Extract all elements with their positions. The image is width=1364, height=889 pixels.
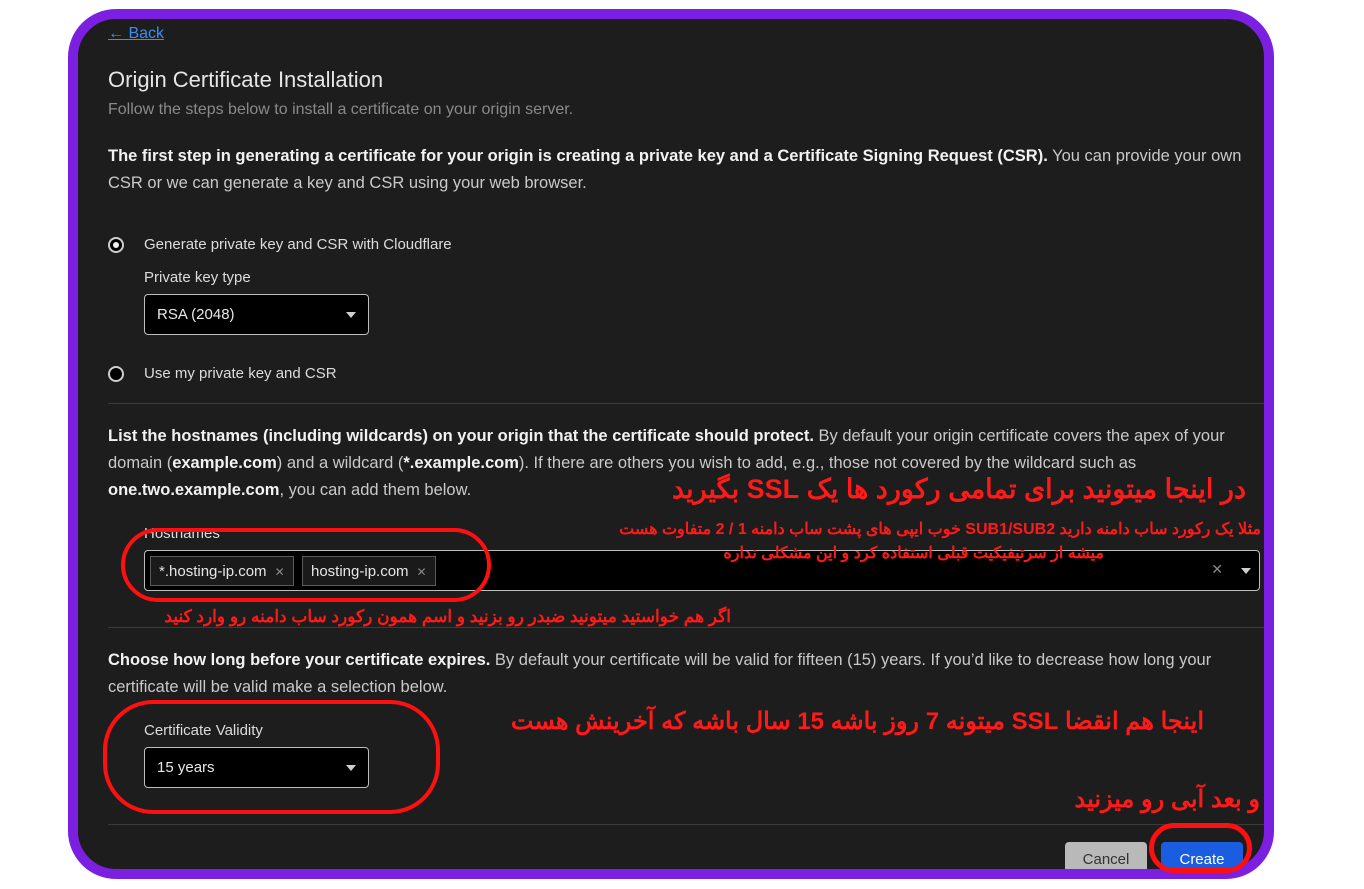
radio-own-key-label: Use my private key and CSR: [144, 365, 337, 382]
radio-own-key[interactable]: [108, 366, 124, 382]
chevron-down-icon[interactable]: [1241, 568, 1251, 574]
annotation-ring-create: [1149, 823, 1252, 873]
divider: [108, 403, 1264, 404]
private-key-type-value: RSA (2048): [157, 306, 235, 323]
radio-generate-key-label: Generate private key and CSR with Cloudf…: [144, 236, 452, 253]
divider: [108, 627, 1264, 628]
back-link[interactable]: ← Back: [108, 25, 164, 43]
annotation-subdomain-note: مثلا یک رکورد ساب دامنه دارید SUB1/SUB2 …: [619, 521, 1261, 538]
annotation-click-blue: و بعد آبی رو میزنید: [1074, 786, 1260, 813]
annotation-reuse-certificate: میشه از سرتیفیکیت قبلی استفاده کرد و این…: [723, 545, 1104, 562]
annotation-expiry: اینجا هم انقضا SSL میتونه 7 روز باشه 15 …: [510, 708, 1204, 735]
step2-text-3: ). If there are others you wish to add, …: [518, 454, 1137, 472]
step2-apex: example.com: [172, 454, 277, 472]
divider: [108, 824, 1264, 825]
annotation-ring-hostnames: [121, 528, 491, 602]
cancel-button[interactable]: Cancel: [1065, 842, 1147, 869]
step2-text-4: , you can add them below.: [279, 481, 472, 499]
annotation-ssl-all-records: در اینجا میتونید برای تمامی رکورد ها یک …: [671, 474, 1246, 504]
clear-icon[interactable]: ✕: [1211, 561, 1223, 578]
chevron-down-icon: [346, 312, 356, 318]
step1-bold: The first step in generating a certifica…: [108, 147, 1048, 165]
annotation-remove-and-add: اگر هم خواستید میتونید ضبدر رو بزنید و ا…: [164, 607, 731, 626]
annotation-ring-validity: [103, 700, 440, 814]
radio-generate-key[interactable]: [108, 237, 124, 253]
private-key-type-select[interactable]: RSA (2048): [144, 294, 369, 335]
page-subtitle: Follow the steps below to install a cert…: [108, 101, 574, 118]
step2-wildcard: *.example.com: [403, 454, 519, 472]
step1-description: The first step in generating a certifica…: [108, 143, 1264, 197]
step3-bold: Choose how long before your certificate …: [108, 651, 491, 669]
step3-description: Choose how long before your certificate …: [108, 647, 1264, 701]
page-title: Origin Certificate Installation: [108, 67, 384, 92]
private-key-type-label: Private key type: [144, 269, 251, 286]
step2-bold: List the hostnames (including wildcards)…: [108, 427, 814, 445]
step2-text-2: ) and a wildcard (: [276, 454, 404, 472]
step2-example: one.two.example.com: [108, 481, 280, 499]
